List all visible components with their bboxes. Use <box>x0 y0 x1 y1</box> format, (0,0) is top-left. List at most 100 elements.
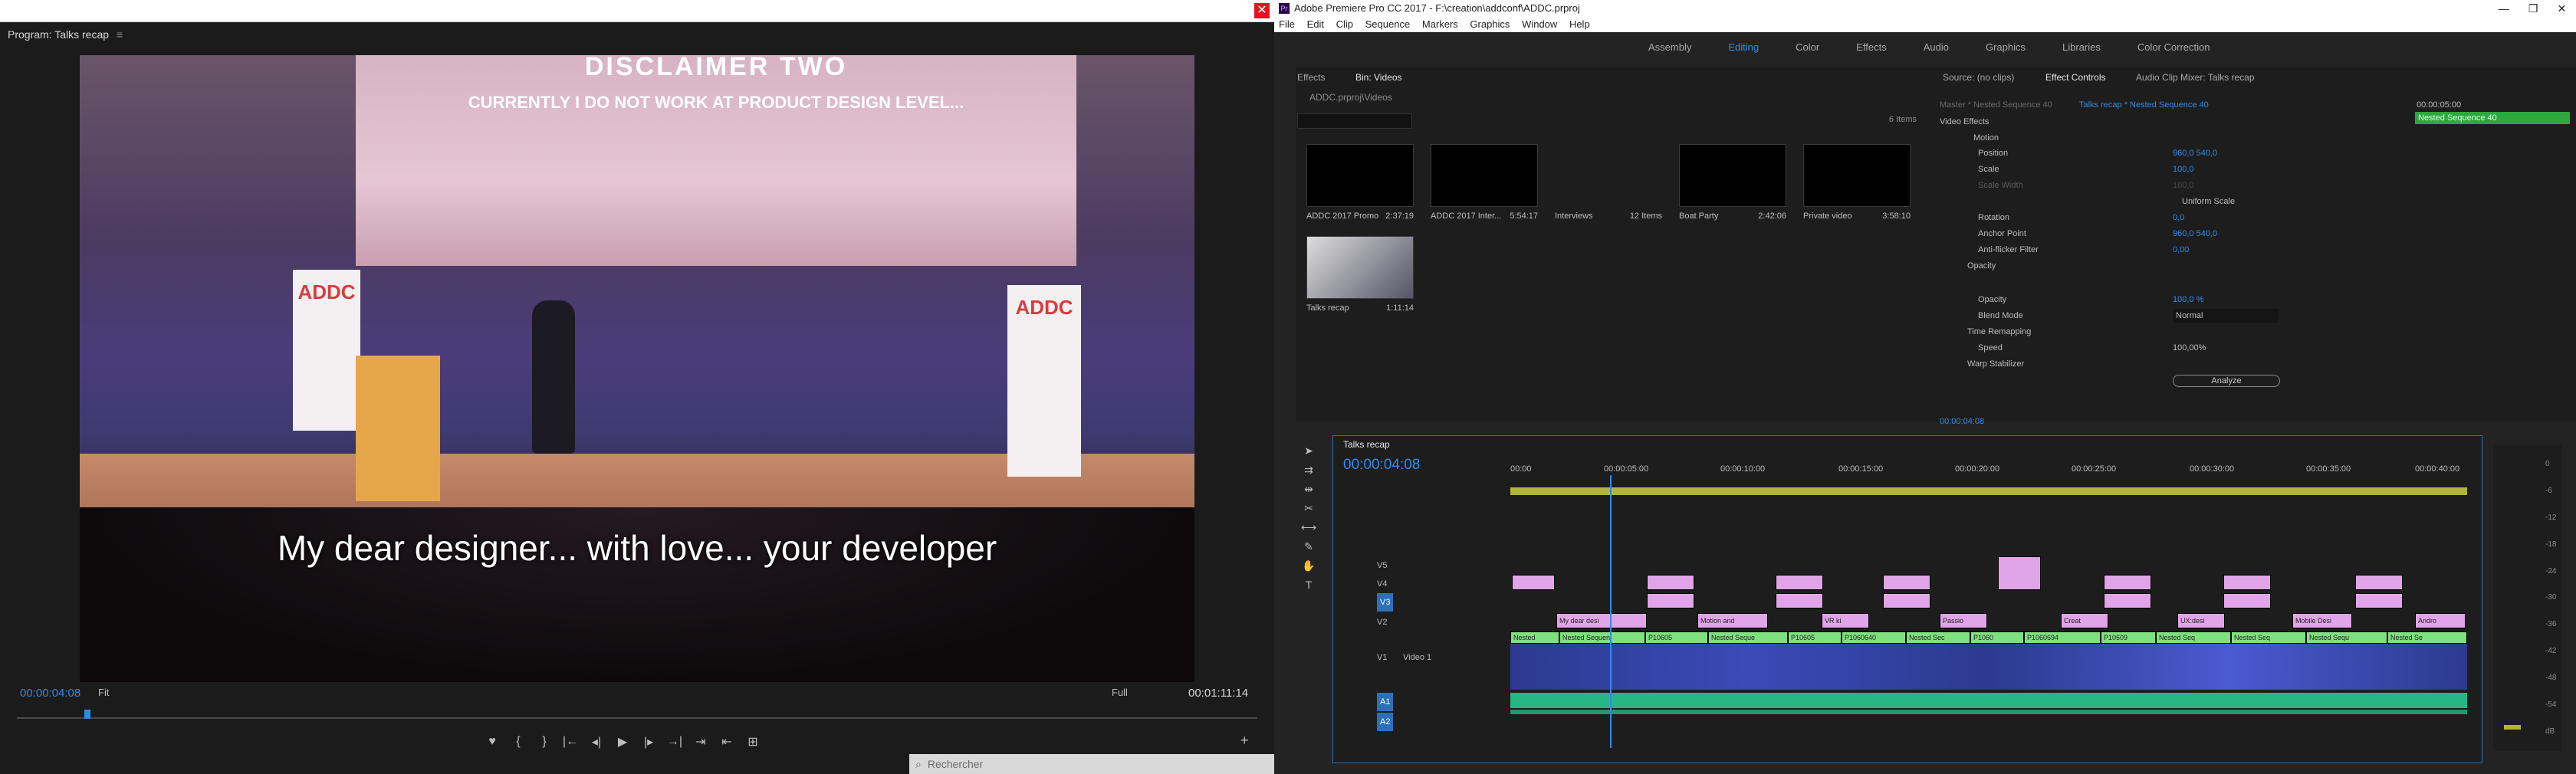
timeline-clip-v1[interactable]: Nested Seq <box>2231 631 2306 644</box>
ec-sequence[interactable]: Talks recap * Nested Sequence 40 <box>2079 98 2209 112</box>
menu-graphics[interactable]: Graphics <box>1470 18 1510 30</box>
work-area-bar[interactable] <box>1510 487 2467 495</box>
track-select-icon[interactable]: ⇉ <box>1304 464 1313 477</box>
ec-timecode[interactable]: 00:00:04:08 <box>1940 417 2047 429</box>
menu-help[interactable]: Help <box>1569 18 1590 30</box>
timeline-clip-v2[interactable]: Mobile Desi <box>2292 613 2352 628</box>
lift-icon[interactable]: ⇥ <box>692 734 710 749</box>
timeline-clip-v5[interactable] <box>1998 556 2041 590</box>
timeline-clip-v1[interactable]: Nested Se <box>2387 631 2467 644</box>
ec-clip-bar[interactable]: Nested Sequence 40 <box>2415 112 2570 124</box>
timeline-clip-v2[interactable]: VR ki <box>1822 613 1869 628</box>
bin-clip[interactable]: Boat Party 2:42:06 <box>1679 144 1786 234</box>
menu-file[interactable]: File <box>1279 18 1295 30</box>
tab-effects[interactable]: Effects <box>1297 69 1325 86</box>
a2-audio-clip[interactable] <box>1510 710 2467 714</box>
ec-motion[interactable]: Motion <box>1973 131 1999 145</box>
timeline-clip-v2[interactable]: My dear desi <box>1556 613 1647 628</box>
ec-anti-flicker-value[interactable]: 0,00 <box>2173 243 2189 257</box>
timeline-clip-v2[interactable]: UX:desi <box>2177 613 2225 628</box>
track-header-v2[interactable]: V2 <box>1357 613 1510 631</box>
type-icon[interactable]: T <box>1306 579 1313 591</box>
timeline-clip-v2[interactable]: Passio <box>1940 613 1987 628</box>
workspace-color[interactable]: Color <box>1796 35 1819 60</box>
timeline-clip-v4[interactable] <box>2223 575 2271 590</box>
export-frame-icon[interactable]: ⊞ <box>744 734 762 749</box>
track-header-v4[interactable]: V4 <box>1357 575 1510 593</box>
ec-warp-stabilizer[interactable]: Warp Stabilizer <box>1967 357 2024 371</box>
bin-search-input[interactable] <box>1297 113 1412 129</box>
menu-markers[interactable]: Markers <box>1422 18 1458 30</box>
tab-effect-controls[interactable]: Effect Controls <box>2045 69 2105 86</box>
timeline-clip-v1[interactable]: P10605 <box>1645 631 1708 644</box>
timeline-clip-v4[interactable] <box>1512 575 1555 590</box>
resolution-select[interactable]: Full <box>1112 685 1158 700</box>
panel-menu-icon[interactable]: ≡ <box>117 28 123 41</box>
timeline-clip-v4[interactable] <box>2104 575 2151 590</box>
workspace-libraries[interactable]: Libraries <box>2062 35 2101 60</box>
timeline-clip-v1[interactable]: P1060 <box>1970 631 2024 644</box>
program-monitor-tab[interactable]: Program: Talks recap ≡ <box>8 25 468 44</box>
timeline-ruler[interactable]: 00:00 00:00:05:00 00:00:10:00 00:00:15:0… <box>1510 463 2469 480</box>
add-marker-icon[interactable]: ♥ <box>483 735 501 749</box>
a1-audio-clip[interactable] <box>1510 693 2467 708</box>
timeline-clip-v1[interactable]: P10605 <box>1788 631 1842 644</box>
timeline-clip-v1[interactable]: P1060694 <box>2024 631 2101 644</box>
bin-clip[interactable]: Private video 3:58:10 <box>1803 144 1911 234</box>
menu-edit[interactable]: Edit <box>1307 18 1324 30</box>
ec-uniform-scale[interactable]: Uniform Scale <box>2182 195 2235 208</box>
timeline-clip-v1[interactable]: Nested <box>1510 631 1559 644</box>
search-icon[interactable]: ⌕ <box>915 758 922 770</box>
track-header-v1[interactable]: V1 Video 1 <box>1357 648 1510 667</box>
ec-opacity-section[interactable]: Opacity <box>1967 259 1996 273</box>
ec-opacity-value[interactable]: 100,0 % <box>2173 293 2203 307</box>
bin-clip[interactable]: ADDC 2017 Promo 2:37:19 <box>1306 144 1414 234</box>
timeline-clip-v4[interactable] <box>2355 575 2403 590</box>
play-icon[interactable]: ▶ <box>613 734 632 749</box>
timeline-tab[interactable]: Talks recap <box>1343 437 1497 452</box>
timeline-clip-v1[interactable]: Nested Sec <box>1906 631 1970 644</box>
workspace-graphics[interactable]: Graphics <box>1986 35 2026 60</box>
pen-icon[interactable]: ✎ <box>1304 540 1313 553</box>
selection-tool-icon[interactable]: ➤ <box>1304 444 1313 458</box>
ec-master[interactable]: Master * Nested Sequence 40 <box>1940 98 2052 112</box>
timeline-clip-v4[interactable] <box>1776 575 1823 590</box>
close-icon[interactable]: ✕ <box>1254 3 1270 18</box>
timeline-clip-v3[interactable] <box>1776 593 1823 608</box>
timeline-clip-v1[interactable]: Nested Seque <box>1708 631 1788 644</box>
ec-speed-value[interactable]: 100,00% <box>2173 341 2206 355</box>
workspace-color-correction[interactable]: Color Correction <box>2137 35 2210 60</box>
workspace-effects[interactable]: Effects <box>1856 35 1887 60</box>
timeline-clip-v1[interactable]: Nested Seq <box>2156 631 2231 644</box>
program-scrubber[interactable] <box>17 717 1257 719</box>
razor-icon[interactable]: ✂ <box>1304 502 1313 515</box>
hand-icon[interactable]: ✋ <box>1302 559 1315 572</box>
mark-in-icon[interactable]: { <box>509 735 527 749</box>
extract-icon[interactable]: ⇤ <box>718 734 736 749</box>
timeline-clip-v3[interactable] <box>1647 593 1694 608</box>
timeline-clip-v2[interactable]: Andro <box>2415 613 2466 628</box>
menu-window[interactable]: Window <box>1522 18 1557 30</box>
workspace-editing[interactable]: Editing <box>1728 35 1759 60</box>
restore-icon[interactable]: ❐ <box>2528 0 2538 17</box>
track-header-v3[interactable]: V3 <box>1357 593 1510 612</box>
timeline-clip-v3[interactable] <box>2223 593 2271 608</box>
taskbar-search[interactable]: Rechercher <box>928 758 983 770</box>
timeline-clip-v2[interactable]: Motion and <box>1697 613 1768 628</box>
bin-folder[interactable]: Interviews 12 Items <box>1555 144 1662 234</box>
menu-sequence[interactable]: Sequence <box>1365 18 1411 30</box>
timeline-clip-v4[interactable] <box>1647 575 1694 590</box>
timeline-clip-v1[interactable]: P1060640 <box>1842 631 1906 644</box>
tab-audio-clip-mixer[interactable]: Audio Clip Mixer: Talks recap <box>2136 69 2255 86</box>
ec-anchor-point-value[interactable]: 960,0 540,0 <box>2173 227 2217 241</box>
timeline-clip-v3[interactable] <box>2104 593 2151 608</box>
zoom-select[interactable]: Fit <box>98 685 144 700</box>
close-icon[interactable]: ✕ <box>2558 0 2567 17</box>
step-forward-icon[interactable]: |▸ <box>639 734 658 749</box>
mark-out-icon[interactable]: } <box>535 735 554 749</box>
slip-icon[interactable]: ⟷ <box>1301 521 1316 534</box>
timeline-timecode[interactable]: 00:00:04:08 <box>1343 455 1497 475</box>
v1-clip-thumbnails[interactable] <box>1510 641 2467 690</box>
timeline-clip-v3[interactable] <box>2355 593 2403 608</box>
tab-source[interactable]: Source: (no clips) <box>1943 69 2014 86</box>
